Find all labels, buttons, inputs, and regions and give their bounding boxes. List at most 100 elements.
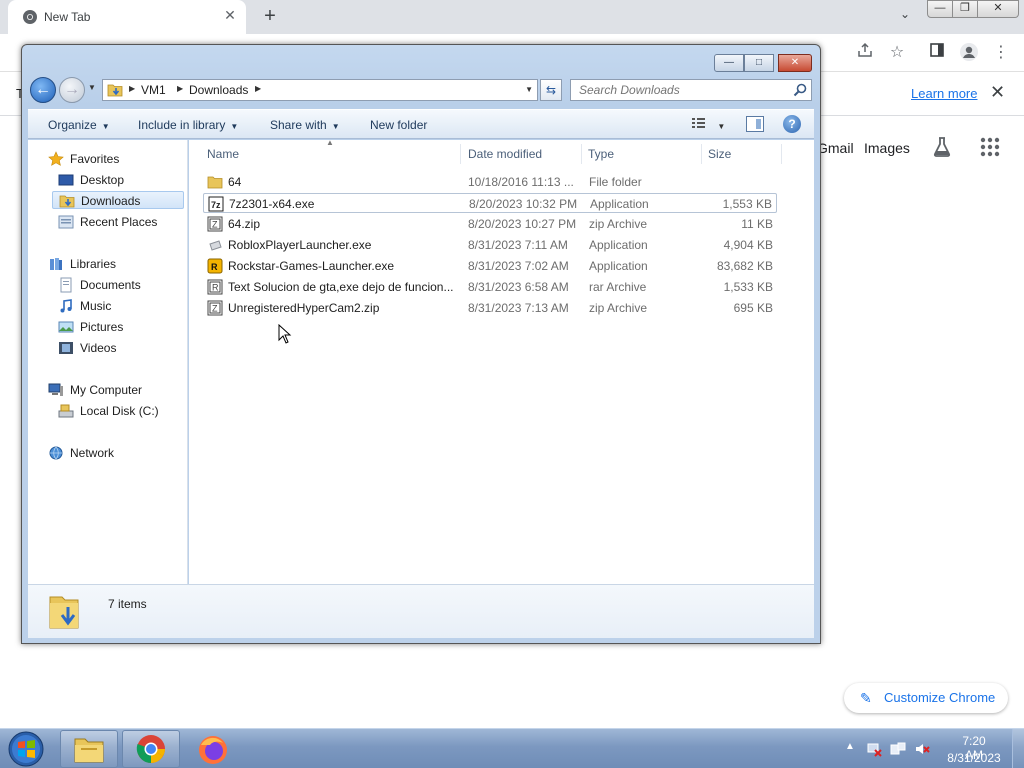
column-header-type[interactable]: Type [588,147,614,161]
file-row[interactable]: Z 64.zip 8/20/2023 10:27 PM zip Archive … [203,214,777,234]
nav-documents[interactable]: Documents [58,276,178,294]
side-panel-icon[interactable] [926,42,948,64]
explorer-close-button[interactable]: ✕ [778,54,812,72]
taskbar-firefox-button[interactable] [184,730,242,768]
file-row[interactable]: 64 10/18/2016 11:13 ... File folder [203,172,777,192]
music-note-icon [60,299,72,313]
breadcrumb-vm1[interactable]: VM1 [141,83,166,97]
file-row[interactable]: R Rockstar-Games-Launcher.exe 8/31/2023 … [203,256,777,276]
google-apps-icon[interactable] [978,135,1002,159]
breadcrumb-separator-icon[interactable]: ▶ [129,84,135,93]
new-tab-button[interactable]: + [258,5,282,29]
explorer-minimize-button[interactable]: — [714,54,744,72]
preview-pane-button[interactable] [746,116,764,132]
nav-music[interactable]: Music [58,297,178,315]
share-icon[interactable] [854,42,876,64]
breadcrumb-downloads[interactable]: Downloads [189,83,248,97]
include-in-library-label: Include in library [138,118,226,132]
share-with-menu[interactable]: Share with ▼ [270,118,340,132]
nav-my-computer-label: My Computer [70,383,143,397]
column-divider[interactable] [701,144,702,164]
search-input[interactable] [571,80,781,100]
gmail-link[interactable]: Gmail [817,140,854,156]
nav-recent-places[interactable]: Recent Places [58,213,178,231]
videos-icon [59,342,73,354]
search-icon[interactable] [793,83,807,97]
show-desktop-button[interactable] [1012,729,1024,768]
address-bar[interactable]: ▶ VM1 ▶ Downloads ▶ ▼ [102,79,538,101]
bookmark-star-icon[interactable]: ☆ [886,42,908,64]
labs-flask-icon[interactable] [930,135,954,159]
file-row[interactable]: Z UnregisteredHyperCam2.zip 8/31/2023 7:… [203,298,777,318]
tab-new-tab[interactable]: New Tab ✕ [8,0,246,34]
taskbar-explorer-button[interactable] [60,730,118,768]
back-button[interactable]: ← [30,77,56,103]
nav-libraries[interactable]: Libraries [48,255,178,273]
network-status-icon[interactable] [866,741,882,757]
file-name: Rockstar-Games-Launcher.exe [228,259,395,273]
chrome-restore-button[interactable]: ❐ [952,0,978,18]
profile-avatar-icon[interactable] [958,42,980,64]
column-header-size[interactable]: Size [708,147,731,161]
file-date: 10/18/2016 11:13 ... [468,175,574,189]
recent-pages-chevron-icon[interactable]: ▼ [88,83,96,92]
refresh-button[interactable]: ⇆ [540,79,562,101]
chrome-minimize-button[interactable]: — [927,0,953,18]
help-icon[interactable]: ? [783,115,801,133]
forward-button[interactable]: → [59,77,85,103]
breadcrumb-separator-icon[interactable]: ▶ [255,84,261,93]
taskbar-chrome-button[interactable] [122,730,180,768]
file-row[interactable]: 7z 7z2301-x64.exe 8/20/2023 10:32 PM App… [203,193,777,213]
nav-favorites[interactable]: Favorites [48,150,178,168]
folder-download-icon [107,84,123,97]
chrome-menu-icon[interactable]: ⋮ [990,42,1012,64]
file-type: zip Archive [589,217,648,231]
action-center-flag-icon[interactable] [890,741,906,757]
nav-network[interactable]: Network [48,444,178,462]
folder-icon [74,738,104,763]
explorer-maximize-button[interactable]: □ [744,54,774,72]
file-row[interactable]: R Text Solucion de gta,exe dejo de funci… [203,277,777,297]
tab-search-icon[interactable]: ⌄ [896,7,914,25]
nav-network-label: Network [70,446,115,460]
organize-menu[interactable]: Organize ▼ [48,118,110,132]
file-type: zip Archive [589,301,648,315]
file-row[interactable]: RobloxPlayerLauncher.exe 8/31/2023 7:11 … [203,235,777,255]
nav-local-disk[interactable]: Local Disk (C:) [58,402,178,420]
start-button[interactable] [6,730,46,768]
show-hidden-icons-icon[interactable]: ▲ [845,741,855,752]
breadcrumb-separator-icon[interactable]: ▶ [177,84,183,93]
file-type: Application [589,238,648,252]
organize-label: Organize [48,118,97,132]
column-header-date-modified[interactable]: Date modified [468,147,542,161]
column-divider[interactable] [781,144,782,164]
nav-pictures[interactable]: Pictures [58,318,178,336]
nav-my-computer[interactable]: My Computer [48,381,178,399]
column-divider[interactable] [460,144,461,164]
details-pane: 7 items [28,584,814,638]
images-link[interactable]: Images [864,140,910,156]
infobar-close-icon[interactable]: ✕ [990,82,1005,103]
column-divider[interactable] [581,144,582,164]
search-downloads-box[interactable] [570,79,812,101]
new-folder-button[interactable]: New folder [370,118,427,132]
include-in-library-menu[interactable]: Include in library ▼ [138,118,238,132]
customize-chrome-button[interactable]: ✎ Customize Chrome [844,683,1008,713]
nav-videos[interactable]: Videos [58,339,178,357]
local-disk-icon [58,404,74,418]
column-header-name[interactable]: Name [207,147,239,161]
volume-muted-icon[interactable] [914,741,930,757]
change-view-button[interactable]: ▼ [692,117,725,132]
nav-desktop[interactable]: Desktop [58,171,178,189]
file-type: Application [590,197,649,211]
address-dropdown-icon[interactable]: ▼ [525,85,533,94]
computer-icon [48,383,63,396]
learn-more-link[interactable]: Learn more [911,86,977,101]
tab-close-icon[interactable]: ✕ [222,7,238,25]
zip-archive-icon: Z [207,300,223,316]
clock-date[interactable]: 8/31/2023 [946,751,1002,765]
mouse-cursor-icon [278,324,292,344]
nav-downloads[interactable]: Downloads [52,191,184,209]
chrome-close-button[interactable]: ✕ [977,0,1019,18]
file-size: 695 KB [733,301,773,315]
